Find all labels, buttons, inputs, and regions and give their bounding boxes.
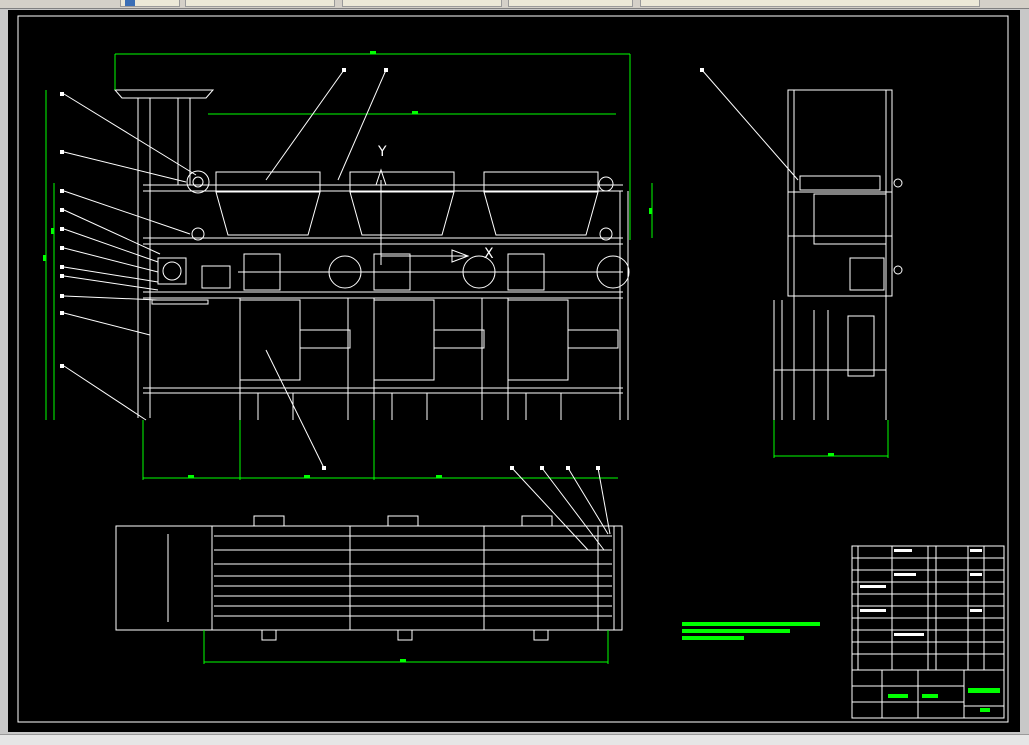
motor <box>201 265 231 289</box>
axis-x-label: X <box>484 246 494 262</box>
file-icon <box>125 0 135 6</box>
top-view <box>115 515 623 664</box>
cad-drawing: Y X <box>17 15 1009 723</box>
feed-hopper-top <box>113 89 215 99</box>
part-balloons <box>60 68 704 470</box>
toolbar-strip <box>0 0 1029 9</box>
tray-1 <box>215 171 321 193</box>
title-block <box>851 669 1005 719</box>
tab-3[interactable] <box>342 0 502 7</box>
tab-4[interactable] <box>508 0 633 7</box>
tray-2 <box>349 171 455 193</box>
axis-y-label: Y <box>377 144 387 160</box>
parts-list <box>851 545 1005 671</box>
drawing-canvas[interactable]: Y X <box>8 10 1020 732</box>
technical-requirements <box>682 622 820 640</box>
status-bar <box>0 734 1029 745</box>
tab-5[interactable] <box>640 0 980 7</box>
tab-1[interactable] <box>120 0 180 7</box>
tab-2[interactable] <box>185 0 335 7</box>
side-view <box>773 89 903 458</box>
tray-3 <box>483 171 599 193</box>
